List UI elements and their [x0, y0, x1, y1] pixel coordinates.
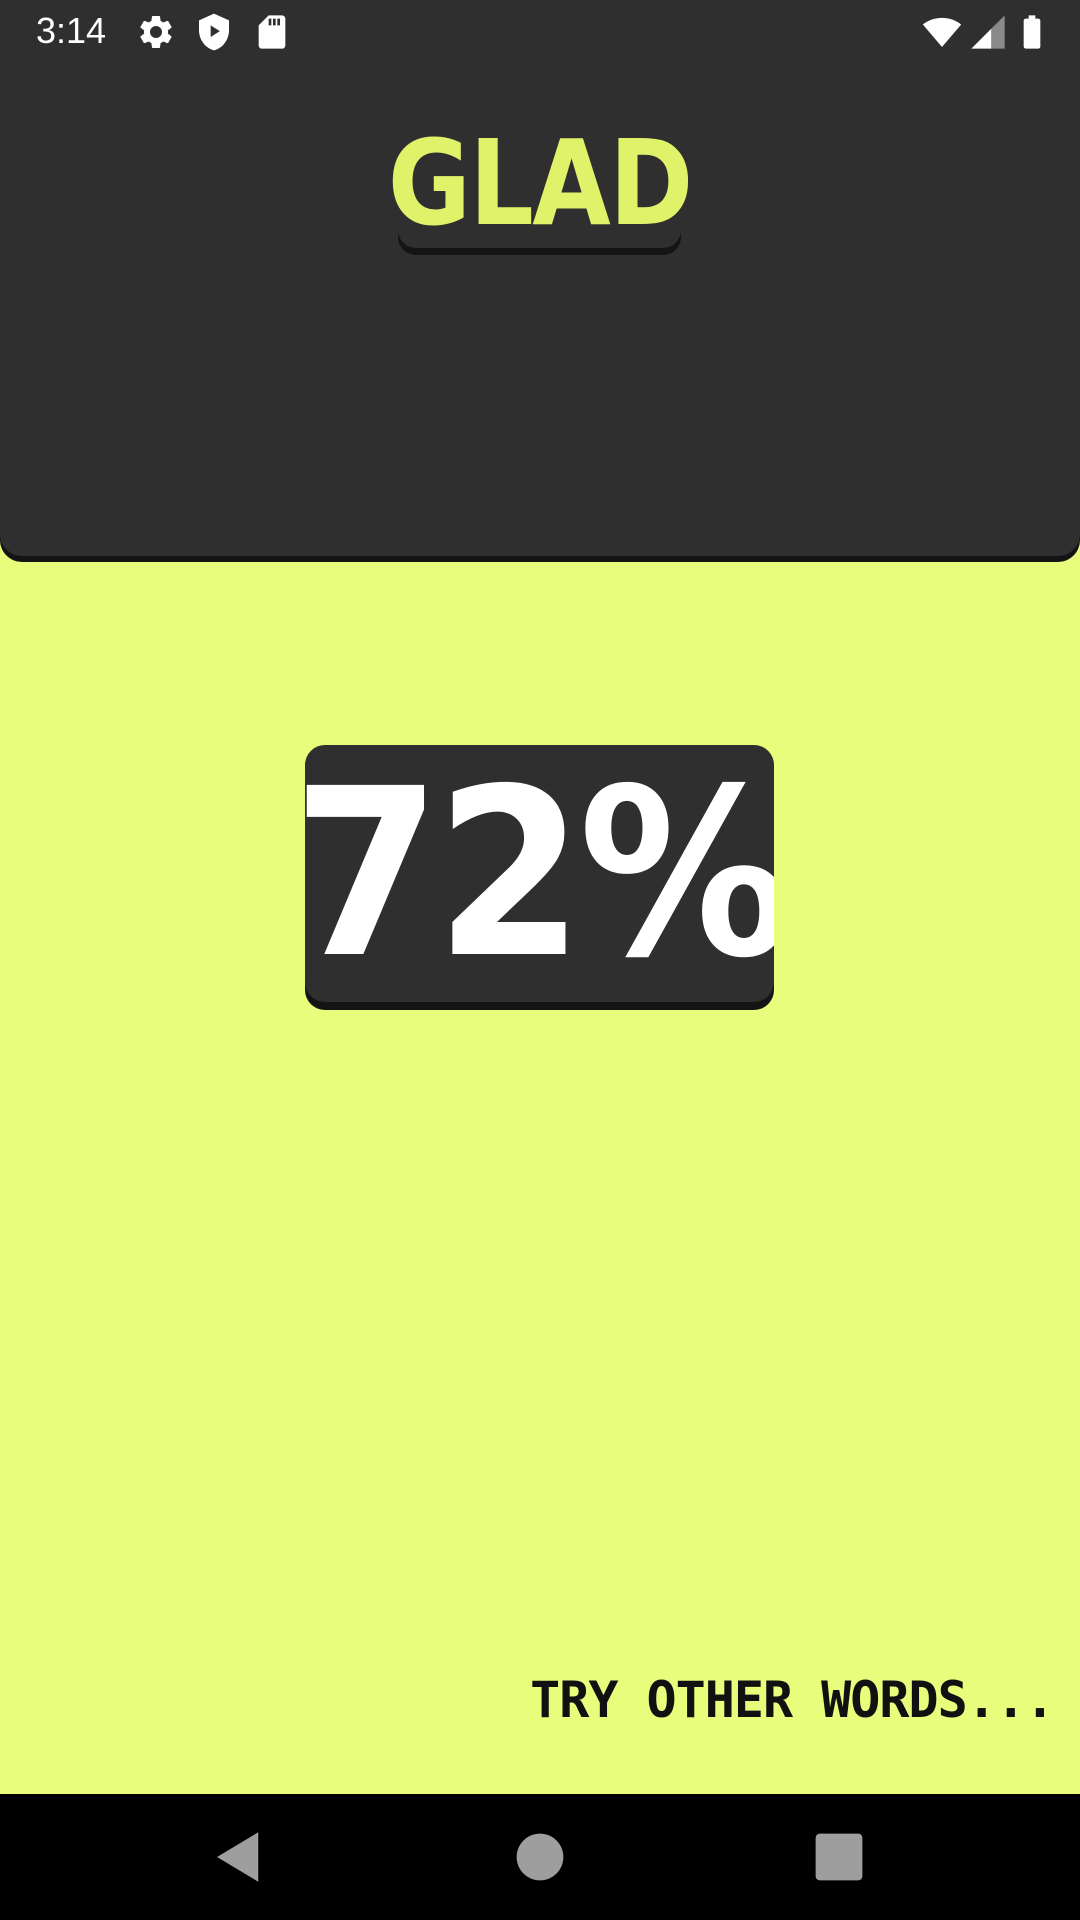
status-time: 3:14	[36, 10, 107, 51]
score-badge: 72%	[305, 745, 774, 1002]
try-other-words-button[interactable]: TRY OTHER WORDS...	[530, 1670, 1055, 1730]
shield-play-icon	[199, 13, 229, 51]
battery-icon	[1023, 15, 1041, 49]
app-screen: 3:14 GLAD 72% TRY OTHER WORDS...	[0, 0, 1080, 1920]
recents-icon[interactable]	[806, 1824, 872, 1890]
sd-card-icon	[258, 15, 286, 49]
word-title: GLAD	[387, 114, 694, 252]
back-icon[interactable]	[206, 1824, 272, 1890]
word-badge: GLAD	[388, 118, 693, 248]
navigation-bar	[0, 1794, 1080, 1920]
status-bar: 3:14	[0, 0, 1080, 62]
gear-icon	[140, 15, 172, 48]
wifi-icon	[922, 17, 962, 47]
score-percent: 72%	[305, 745, 774, 1002]
cell-signal-icon	[971, 15, 1005, 49]
home-icon[interactable]	[507, 1824, 573, 1890]
